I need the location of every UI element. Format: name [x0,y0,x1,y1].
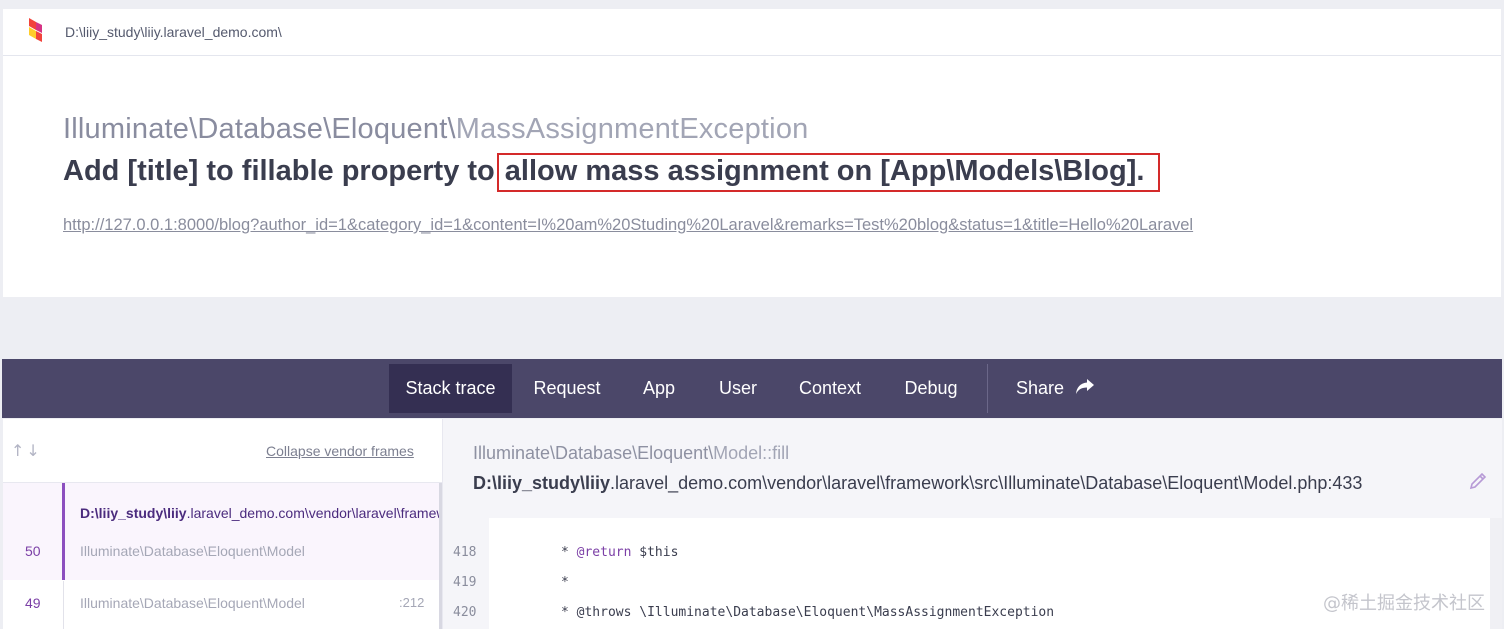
frame-line-number: :212 [399,595,425,610]
frame-path-bold: D:\liiy_study\liiy [80,505,187,521]
code-line: * [561,575,569,590]
frame-nav-arrows-icon[interactable]: ↑↓ [11,441,42,460]
code-rest: @throws \Illuminate\Database\Eloquent\Ma… [576,605,1055,620]
collapse-vendor-frames-link[interactable]: Collapse vendor frames [266,443,414,459]
watermark: @稀土掘金技术社区 [1323,593,1485,614]
frame-number: 49 [25,595,41,611]
frame-class[interactable]: Illuminate\Database\Eloquent\Model [80,595,305,611]
frame-method: Illuminate\Database\Eloquent\Model::fill [473,443,789,464]
share-button[interactable]: Share [1007,364,1073,413]
active-frame-indicator [62,483,65,580]
exception-message: Add [title] to fillable property to allow… [63,153,1161,192]
exception-message-lead: Add [title] to fillable property to [63,155,495,187]
frame-file-path: D:\liiy_study\liiy.laravel_demo.com\vend… [80,505,440,521]
tab-navigation: Stack trace Request App User Context Deb… [2,359,1502,418]
exception-header: Illuminate\Database\Eloquent\MassAssignm… [3,56,1501,297]
file-path-bold: D:\liiy_study\liiy [473,473,611,493]
line-number: 418 [453,545,477,560]
code-prefix: * [561,545,577,560]
code-prefix: * [561,605,577,620]
project-path: D:\liiy_study\liiy.laravel_demo.com\ [65,24,282,40]
tab-stack-trace[interactable]: Stack trace [389,364,512,413]
frame-class: Illuminate\Database\Eloquent\Model [80,543,305,559]
stack-frame-active[interactable] [3,483,439,580]
code-scrollbar[interactable] [1490,518,1502,629]
tab-app[interactable]: App [629,364,689,413]
top-bar: D:\liiy_study\liiy.laravel_demo.com\ [3,9,1501,56]
pencil-icon[interactable] [1468,471,1488,491]
tab-user[interactable]: User [704,364,772,413]
tab-context[interactable]: Context [788,364,872,413]
frames-scrollbar[interactable] [439,483,442,629]
ignition-logo-icon [29,18,42,42]
method-namespace: Illuminate\Database\Eloquent\ [473,443,714,463]
request-url-link[interactable]: http://127.0.0.1:8000/blog?author_id=1&c… [63,216,1193,235]
code-line: * @throws \Illuminate\Database\Eloquent\… [561,605,1054,620]
frame-connector [63,581,64,629]
frame-file: D:\liiy_study\liiy.laravel_demo.com\vend… [473,473,1362,494]
exception-class: Illuminate\Database\Eloquent\MassAssignm… [63,113,808,146]
share-arrow-icon[interactable] [1075,378,1095,396]
nav-separator [987,364,988,413]
code-rest: $this [631,545,679,560]
frame-path-rest: .laravel_demo.com\vendor\laravel\framewo… [186,505,440,521]
line-number: 420 [453,605,477,620]
tab-debug[interactable]: Debug [891,364,971,413]
stack-frames-panel: ↑↓ Collapse vendor frames D:\liiy_study\… [3,419,443,629]
exception-namespace: Illuminate\Database\Eloquent\ [63,113,456,145]
frame-detail-header: Illuminate\Database\Eloquent\Model::fill… [443,419,1502,518]
exception-message-highlight: allow mass assignment on [App\Models\Blo… [496,153,1161,192]
frame-number: 50 [25,543,41,559]
method-name: Model::fill [713,443,790,463]
code-docblock-tag: @return [576,545,632,560]
exception-class-name: MassAssignmentException [455,113,809,145]
tab-request[interactable]: Request [522,364,612,413]
line-number: 419 [453,575,477,590]
code-prefix: * [561,575,569,590]
code-line: * @return $this [561,545,678,560]
file-path-rest: .laravel_demo.com\vendor\laravel\framewo… [610,473,1363,493]
